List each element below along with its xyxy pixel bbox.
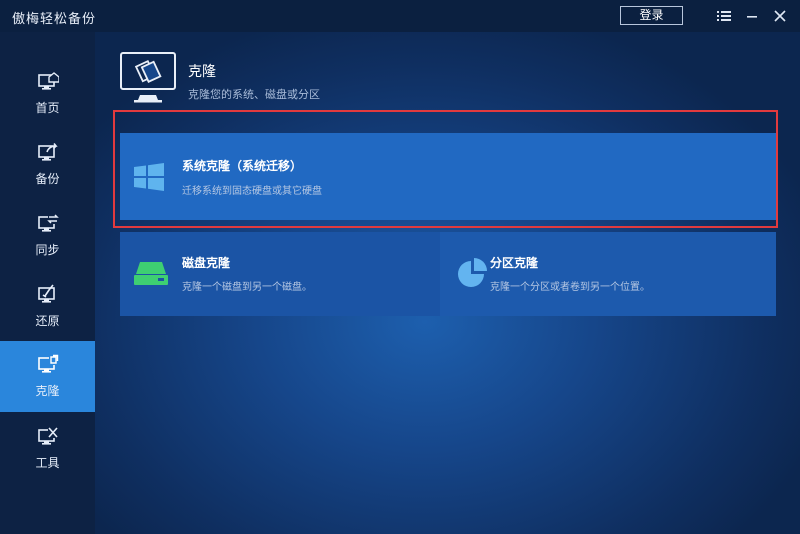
sidebar-item-label: 工具 [35,456,60,470]
sidebar: 首页 备份 同步 还原 克隆 工具 [0,32,95,534]
page-subtitle: 克隆您的系统、磁盘或分区 [188,88,320,101]
sidebar-item-label: 克隆 [35,384,60,398]
restore-icon [37,284,55,303]
disk-clone-card[interactable]: 磁盘克隆 克隆一个磁盘到另一个磁盘。 [120,232,440,316]
app-title: 傲梅轻松备份 [12,12,97,27]
minimize-icon[interactable] [742,6,762,26]
pie-icon [458,258,487,287]
sidebar-item-sync[interactable]: 同步 [0,200,95,271]
sidebar-item-clone[interactable]: 克隆 [0,341,95,412]
partition-clone-card[interactable]: 分区克隆 克隆一个分区或者卷到另一个位置。 [440,232,776,316]
sync-icon [37,214,59,232]
main-panel: 克隆 克隆您的系统、磁盘或分区 系统克隆（系统迁移） 迁移系统到固态硬盘或其它硬… [95,32,800,534]
card-desc: 迁移系统到固态硬盘或其它硬盘 [182,186,322,197]
clone-icon [37,354,58,373]
card-title: 磁盘克隆 [182,256,231,270]
tools-icon [37,427,59,445]
sidebar-item-backup[interactable]: 备份 [0,129,95,200]
sidebar-item-label: 同步 [35,243,60,257]
sidebar-item-home[interactable]: 首页 [0,58,95,129]
disk-icon [134,262,168,285]
sidebar-item-tools[interactable]: 工具 [0,413,95,484]
card-title: 分区克隆 [490,256,539,270]
windows-icon [134,163,164,191]
card-desc: 克隆一个分区或者卷到另一个位置。 [490,282,650,293]
backup-icon [37,143,58,161]
system-clone-card[interactable]: 系统克隆（系统迁移） 迁移系统到固态硬盘或其它硬盘 [120,133,776,220]
home-icon [37,72,59,90]
sidebar-item-label: 备份 [35,172,60,186]
sidebar-item-restore[interactable]: 还原 [0,271,95,342]
login-button[interactable]: 登录 [620,6,683,25]
sidebar-item-label: 首页 [35,101,60,115]
title-bar: 傲梅轻松备份 登录 [0,0,800,32]
close-icon[interactable] [770,6,790,26]
card-desc: 克隆一个磁盘到另一个磁盘。 [182,282,312,293]
clone-monitor-icon [120,52,176,103]
page-title: 克隆 [188,64,216,80]
sidebar-item-label: 还原 [35,314,60,328]
menu-icon[interactable] [714,6,734,26]
card-title: 系统克隆（系统迁移） [182,159,303,173]
